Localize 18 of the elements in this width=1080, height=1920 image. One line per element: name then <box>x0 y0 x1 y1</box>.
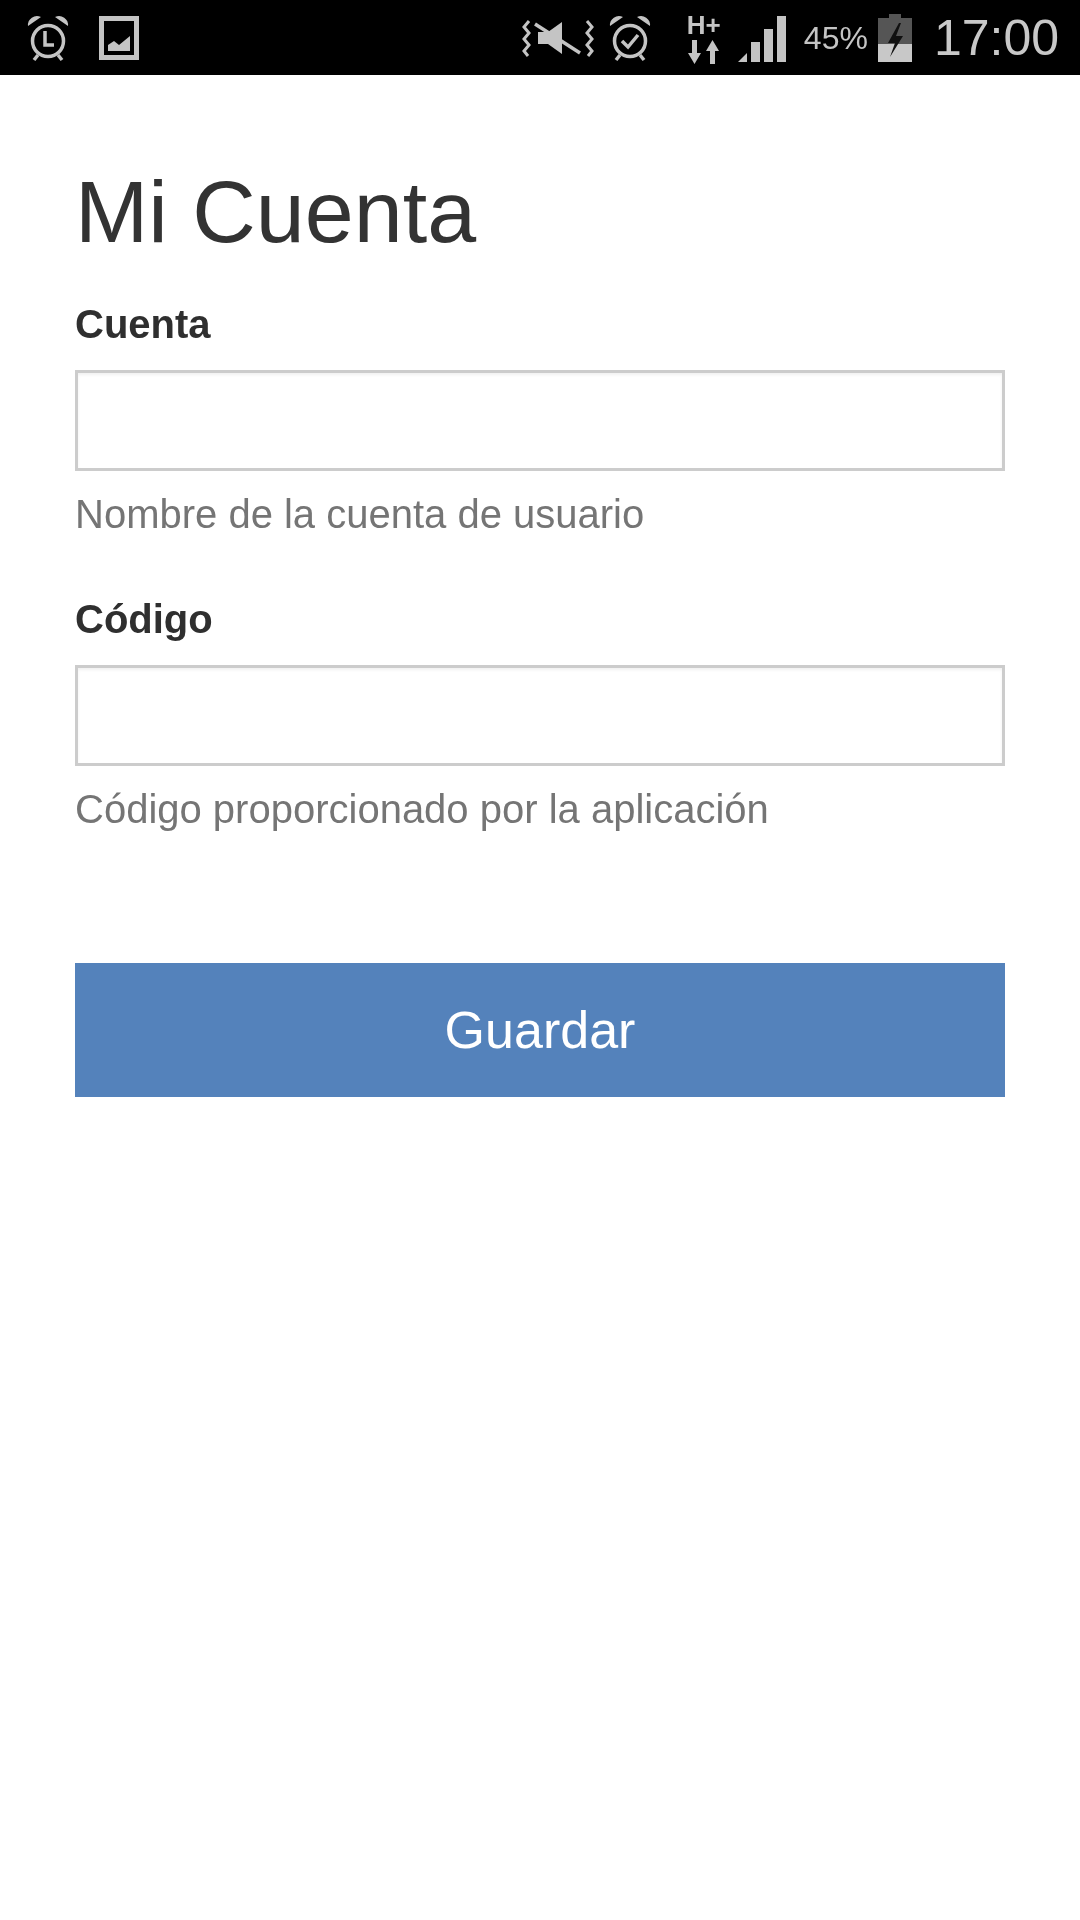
field-label: Cuenta <box>75 300 211 348</box>
page-title: Mi Cuenta <box>75 161 478 263</box>
battery-charging-icon <box>877 13 912 62</box>
text-input-field[interactable] <box>75 369 1005 471</box>
alarm-clock-check-icon <box>607 13 652 62</box>
network-type-label: H+ <box>686 11 721 38</box>
signal-bars-icon <box>737 13 786 62</box>
battery-percent: 45% <box>803 19 868 56</box>
text-input-field[interactable] <box>75 664 1005 766</box>
field-label: Código <box>75 595 213 643</box>
image-icon <box>99 15 139 60</box>
helper-text: Código proporcionado por la aplicación <box>75 785 769 833</box>
clock-time: 17:00 <box>933 9 1059 66</box>
save-button[interactable]: Guardar <box>75 962 1005 1097</box>
helper-text: Nombre de la cuenta de usuario <box>75 490 645 538</box>
alarm-clock-icon <box>26 13 70 62</box>
speaker-muted-vibrate-icon <box>521 18 594 57</box>
data-arrows-icon <box>685 39 722 64</box>
